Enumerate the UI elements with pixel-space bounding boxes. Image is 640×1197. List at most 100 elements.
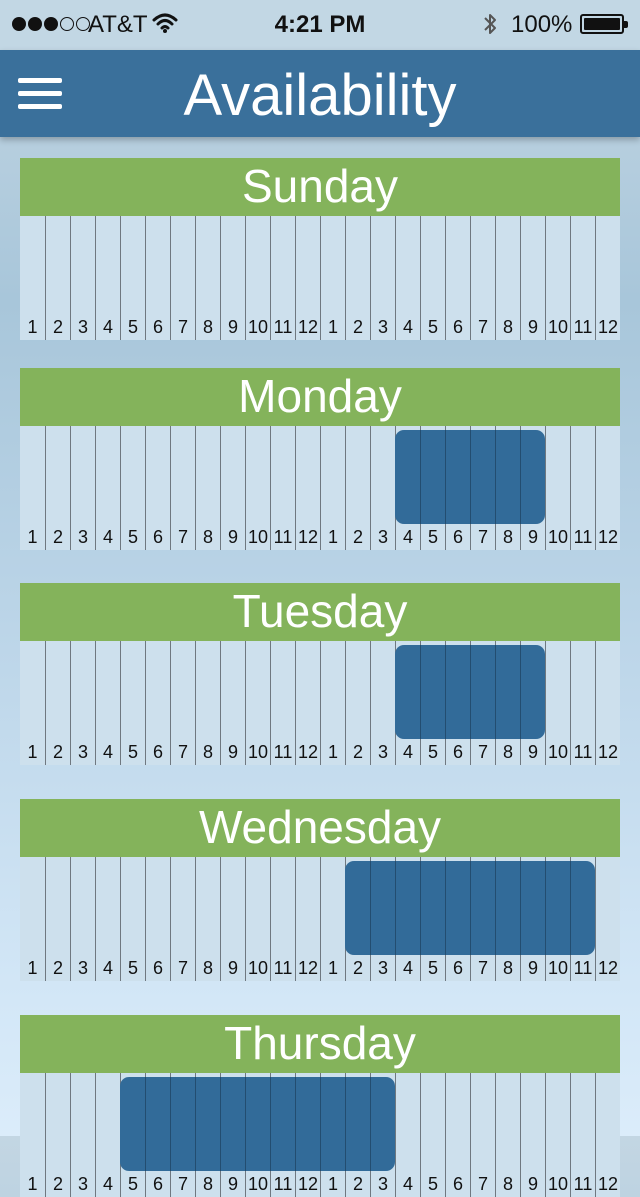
hour-slot[interactable]: 2 xyxy=(345,641,370,765)
hour-slot[interactable]: 10 xyxy=(245,857,270,981)
hour-slot[interactable]: 12 xyxy=(595,857,620,981)
hour-slot[interactable]: 8 xyxy=(195,641,220,765)
hour-slot[interactable]: 2 xyxy=(345,216,370,340)
hour-slot[interactable]: 2 xyxy=(45,1073,70,1197)
hour-slot[interactable]: 7 xyxy=(470,216,495,340)
hour-slot[interactable]: 12 xyxy=(295,216,320,340)
hour-slot[interactable]: 12 xyxy=(595,641,620,765)
hour-slot[interactable]: 8 xyxy=(195,857,220,981)
hour-grid[interactable]: 1 2 3 4 5 6 7 8 9 10 11 12 1 2 3 4 5 6 7 8 9 10 11 12 xyxy=(20,857,620,981)
hour-slot[interactable]: 11 xyxy=(570,1073,595,1197)
hour-slot[interactable]: 10 xyxy=(245,426,270,550)
availability-block[interactable] xyxy=(120,1077,395,1171)
hour-slot[interactable]: 11 xyxy=(270,216,295,340)
hour-slot[interactable]: 1 xyxy=(320,857,345,981)
availability-block[interactable] xyxy=(395,430,545,524)
hour-slot[interactable]: 6 xyxy=(445,216,470,340)
hour-slot[interactable]: 5 xyxy=(120,641,145,765)
availability-block[interactable] xyxy=(345,861,595,955)
hour-slot[interactable]: 2 xyxy=(45,426,70,550)
hour-slot[interactable]: 1 xyxy=(20,857,45,981)
hour-slot[interactable]: 1 xyxy=(20,641,45,765)
hour-slot[interactable]: 8 xyxy=(195,216,220,340)
hour-slot[interactable]: 3 xyxy=(70,216,95,340)
availability-block[interactable] xyxy=(395,645,545,739)
hour-slot[interactable]: 3 xyxy=(370,216,395,340)
hour-slot[interactable]: 11 xyxy=(270,426,295,550)
hour-slot[interactable]: 12 xyxy=(295,641,320,765)
hour-slot[interactable]: 7 xyxy=(170,216,195,340)
hour-slot[interactable]: 11 xyxy=(570,641,595,765)
hour-slot[interactable]: 4 xyxy=(95,216,120,340)
hour-slot[interactable]: 4 xyxy=(395,216,420,340)
hour-slot[interactable]: 1 xyxy=(20,1073,45,1197)
hour-slot[interactable]: 3 xyxy=(370,426,395,550)
hour-slot[interactable]: 9 xyxy=(220,641,245,765)
hour-slot[interactable]: 12 xyxy=(295,426,320,550)
hour-slot[interactable]: 3 xyxy=(70,641,95,765)
hour-slot[interactable]: 7 xyxy=(170,426,195,550)
day-card-monday: Monday 1 2 3 4 5 6 7 8 9 10 11 12 1 2 3 4 5 6 7 8 9 10 11 12 xyxy=(20,368,620,550)
hour-slot[interactable]: 11 xyxy=(570,216,595,340)
hour-slot[interactable]: 11 xyxy=(570,426,595,550)
hour-slot[interactable]: 5 xyxy=(120,857,145,981)
hour-grid[interactable]: 1 2 3 4 5 6 7 8 9 10 11 12 1 2 3 4 5 6 7 8 9 10 11 12 xyxy=(20,641,620,765)
hour-slot[interactable]: 5 xyxy=(420,216,445,340)
hour-slot[interactable]: 2 xyxy=(45,216,70,340)
hour-slot[interactable]: 12 xyxy=(595,426,620,550)
hour-slot[interactable]: 5 xyxy=(120,216,145,340)
hour-slot[interactable]: 4 xyxy=(395,1073,420,1197)
hour-slot[interactable]: 12 xyxy=(595,1073,620,1197)
hour-slot[interactable]: 6 xyxy=(145,426,170,550)
hour-slot[interactable]: 12 xyxy=(595,216,620,340)
hour-slot[interactable]: 1 xyxy=(320,641,345,765)
hour-slot[interactable]: 4 xyxy=(95,426,120,550)
hour-slot[interactable]: 11 xyxy=(270,857,295,981)
hour-slot[interactable]: 10 xyxy=(545,426,570,550)
hour-slot[interactable]: 10 xyxy=(545,641,570,765)
hour-slot[interactable]: 8 xyxy=(495,1073,520,1197)
hour-slot[interactable]: 2 xyxy=(345,426,370,550)
hour-slot[interactable]: 10 xyxy=(545,1073,570,1197)
hour-grid[interactable]: 1 2 3 4 5 6 7 8 9 10 11 12 1 2 3 4 5 6 7 8 9 10 11 12 xyxy=(20,426,620,550)
hour-slot[interactable]: 11 xyxy=(270,641,295,765)
hour-slot[interactable]: 3 xyxy=(70,1073,95,1197)
hour-slot[interactable]: 9 xyxy=(220,216,245,340)
hour-grid[interactable]: 1 2 3 4 5 6 7 8 9 10 11 12 1 2 3 4 5 6 7 8 9 10 11 12 xyxy=(20,1073,620,1197)
hour-slot[interactable]: 9 xyxy=(520,216,545,340)
hour-slot[interactable]: 2 xyxy=(45,857,70,981)
hour-slot[interactable]: 4 xyxy=(95,641,120,765)
hour-slot[interactable]: 7 xyxy=(470,1073,495,1197)
hour-slot[interactable]: 9 xyxy=(520,1073,545,1197)
hour-slot[interactable]: 10 xyxy=(245,641,270,765)
hour-slot[interactable]: 9 xyxy=(220,426,245,550)
hour-label: 7 xyxy=(177,958,188,978)
hour-slot[interactable]: 12 xyxy=(295,857,320,981)
hour-slot[interactable]: 1 xyxy=(320,426,345,550)
hour-label: 5 xyxy=(127,527,138,547)
hour-slot[interactable]: 6 xyxy=(445,1073,470,1197)
hour-slot[interactable]: 3 xyxy=(370,641,395,765)
hour-slot[interactable]: 3 xyxy=(70,857,95,981)
hour-slot[interactable]: 9 xyxy=(220,857,245,981)
hour-slot[interactable]: 8 xyxy=(195,426,220,550)
hour-slot[interactable]: 6 xyxy=(145,857,170,981)
hour-slot[interactable]: 10 xyxy=(545,216,570,340)
hour-slot[interactable]: 1 xyxy=(20,426,45,550)
hour-slot[interactable]: 7 xyxy=(170,857,195,981)
hour-slot[interactable]: 5 xyxy=(420,1073,445,1197)
hour-label: 7 xyxy=(177,527,188,547)
hour-slot[interactable]: 5 xyxy=(120,426,145,550)
hour-slot[interactable]: 1 xyxy=(320,216,345,340)
hour-slot[interactable]: 4 xyxy=(95,857,120,981)
hour-slot[interactable]: 7 xyxy=(170,641,195,765)
hour-slot[interactable]: 3 xyxy=(70,426,95,550)
hour-slot[interactable]: 8 xyxy=(495,216,520,340)
hour-grid[interactable]: 1 2 3 4 5 6 7 8 9 10 11 12 1 2 3 4 5 6 7 8 9 10 11 12 xyxy=(20,216,620,340)
hour-slot[interactable]: 1 xyxy=(20,216,45,340)
hour-slot[interactable]: 10 xyxy=(245,216,270,340)
hour-slot[interactable]: 6 xyxy=(145,216,170,340)
hour-slot[interactable]: 4 xyxy=(95,1073,120,1197)
hour-slot[interactable]: 6 xyxy=(145,641,170,765)
hour-slot[interactable]: 2 xyxy=(45,641,70,765)
